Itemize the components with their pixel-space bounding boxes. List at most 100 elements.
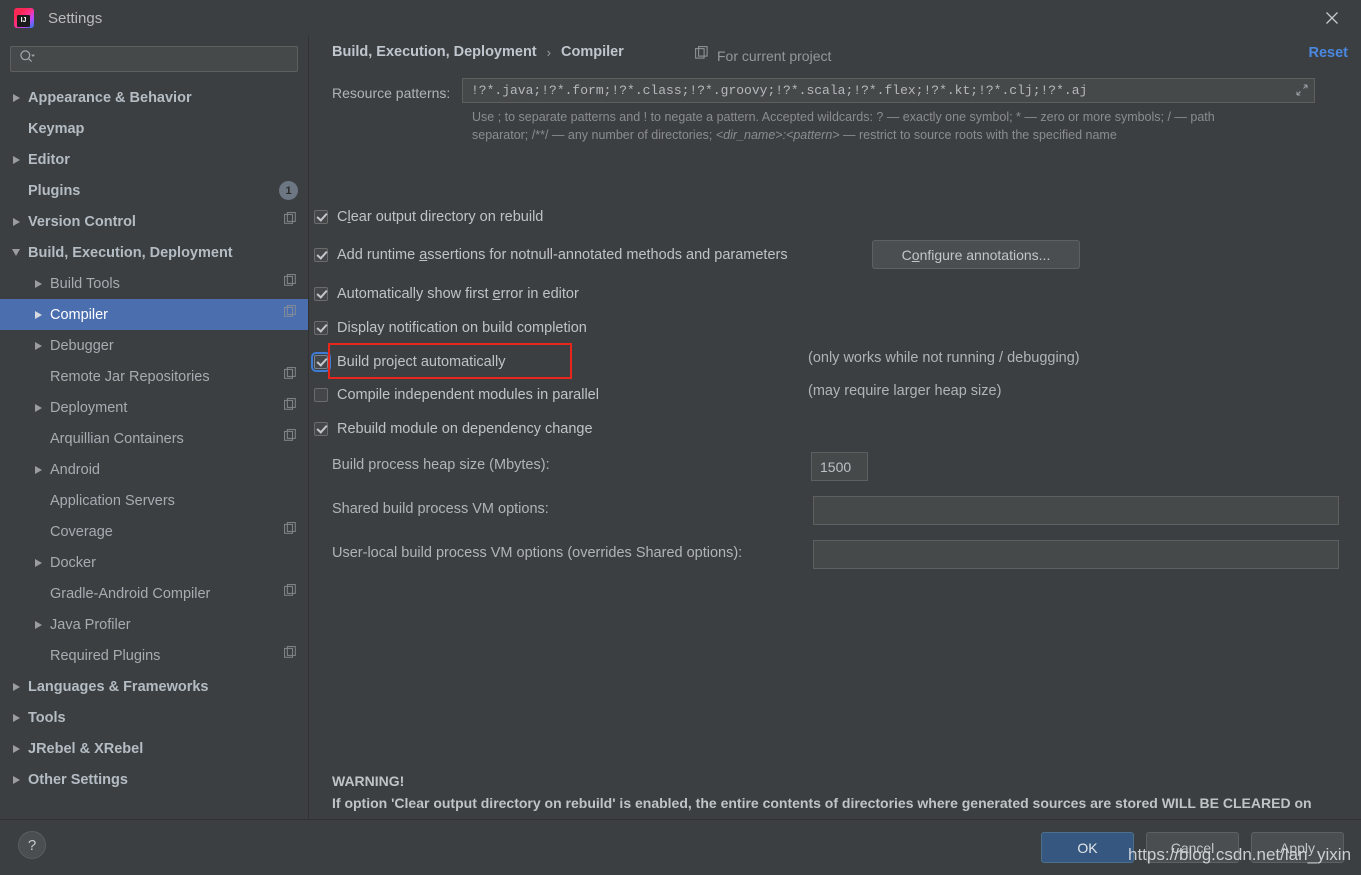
search-box[interactable] [10,46,298,72]
sidebar-item-label: Android [50,462,100,478]
checkbox-box[interactable] [314,248,328,262]
configure-annotations-label: Configure annotations... [902,247,1051,263]
breadcrumb-parent[interactable]: Build, Execution, Deployment [332,44,537,60]
expand-icon[interactable] [1294,82,1310,98]
sidebar-item-deployment[interactable]: Deployment [0,392,308,423]
sidebar-item-label: Other Settings [28,772,128,788]
close-icon[interactable] [1321,7,1343,29]
checkbox-box[interactable] [314,355,328,369]
sidebar-item-appearance-behavior[interactable]: Appearance & Behavior [0,82,308,113]
settings-tree: Appearance & Behavior Keymap EditorPlugins… [0,82,308,795]
copy-scope-icon [284,522,298,541]
sidebar-item-keymap[interactable]: Keymap [0,113,308,144]
sidebar-item-docker[interactable]: Docker [0,547,308,578]
copy-scope-icon [284,646,298,665]
chevron-right-icon[interactable] [8,714,24,722]
shared-vm-options-label: Shared build process VM options: [332,501,549,517]
chevron-right-icon[interactable] [30,404,46,412]
dialog-footer: ? OK Cancel Apply [0,819,1361,875]
search-container [0,36,308,72]
sidebar-item-build-execution-deployment[interactable]: Build, Execution, Deployment [0,237,308,268]
sidebar-item-label: Languages & Frameworks [28,679,209,695]
chevron-right-icon[interactable] [8,683,24,691]
sidebar-item-android[interactable]: Android [0,454,308,485]
help-button[interactable]: ? [18,831,46,859]
label-pre: Compile independent modules in parallel [337,387,599,403]
sidebar-item-debugger[interactable]: Debugger [0,330,308,361]
sidebar-item-label: Debugger [50,338,114,354]
sidebar-item-required-plugins[interactable]: Required Plugins [0,640,308,671]
chevron-right-icon[interactable] [30,466,46,474]
checkbox-box[interactable] [314,210,328,224]
checkbox-add-runtime-assertions-for-notnull-annotated-methods-and-parameters[interactable]: Add runtime assertions for notnull-annot… [314,244,788,266]
sidebar-item-application-servers[interactable]: Application Servers [0,485,308,516]
sidebar-item-label: Keymap [28,121,84,137]
sidebar-item-plugins[interactable]: Plugins1 [0,175,308,206]
cancel-button[interactable]: Cancel [1146,832,1239,863]
sidebar-item-other-settings[interactable]: Other Settings [0,764,308,795]
label-post: rror in editor [501,286,579,302]
breadcrumb-separator-icon: › [547,45,551,60]
sidebar-item-build-tools[interactable]: Build Tools [0,268,308,299]
chevron-right-icon[interactable] [8,218,24,226]
copy-scope-icon [695,46,710,66]
checkbox-box[interactable] [314,321,328,335]
checkbox-clear-output-directory-on-rebuild[interactable]: Clear output directory on rebuild [314,206,543,228]
sidebar-item-label: Application Servers [50,493,175,509]
user-vm-options-input[interactable] [813,540,1339,569]
chevron-right-icon[interactable] [8,776,24,784]
sidebar-item-languages-frameworks[interactable]: Languages & Frameworks [0,671,308,702]
sidebar-item-compiler[interactable]: Compiler [0,299,308,330]
warning-title: WARNING! [332,773,404,789]
label-pre: Rebuild module on dependency change [337,421,593,437]
heap-size-label: Build process heap size (Mbytes): [332,457,550,473]
settings-sidebar: Appearance & Behavior Keymap EditorPlugins… [0,36,309,819]
ok-button[interactable]: OK [1041,832,1134,863]
sidebar-item-arquillian-containers[interactable]: Arquillian Containers [0,423,308,454]
checkbox-rebuild-module-on-dependency-change[interactable]: Rebuild module on dependency change [314,418,593,440]
copy-scope-icon [284,212,298,231]
checkbox-box[interactable] [314,388,328,402]
configure-annotations-button[interactable]: Configure annotations... [872,240,1080,269]
resource-patterns-hint: Use ; to separate patterns and ! to nega… [472,108,1317,144]
sidebar-item-version-control[interactable]: Version Control [0,206,308,237]
checkbox-display-notification-on-build-completion[interactable]: Display notification on build completion [314,317,587,339]
chevron-right-icon[interactable] [8,745,24,753]
checkbox-build-project-automatically[interactable]: Build project automatically [314,351,505,373]
sidebar-item-label: Coverage [50,524,113,540]
copy-scope-icon [284,398,298,417]
checkbox-label: Build project automatically [337,354,505,370]
copy-scope-icon [284,305,298,324]
note-build-automatically: (only works while not running / debuggin… [808,350,1080,366]
checkbox-automatically-show-first-error-in-editor[interactable]: Automatically show first error in editor [314,283,579,305]
chevron-right-icon[interactable] [30,559,46,567]
chevron-right-icon[interactable] [30,280,46,288]
apply-button[interactable]: Apply [1251,832,1344,863]
resource-patterns-field[interactable]: !?*.java;!?*.form;!?*.class;!?*.groovy;!… [462,78,1315,103]
resource-patterns-value: !?*.java;!?*.form;!?*.class;!?*.groovy;!… [463,83,1087,98]
sidebar-item-editor[interactable]: Editor [0,144,308,175]
chevron-right-icon[interactable] [30,311,46,319]
chevron-right-icon[interactable] [30,621,46,629]
copy-scope-icon [284,367,298,386]
copy-scope-icon [284,584,298,603]
sidebar-item-coverage[interactable]: Coverage [0,516,308,547]
heap-size-input[interactable] [811,452,868,481]
chevron-right-icon[interactable] [8,94,24,102]
search-input[interactable] [39,48,291,70]
checkbox-compile-independent-modules-in-parallel[interactable]: Compile independent modules in parallel [314,384,599,406]
chevron-right-icon[interactable] [8,156,24,164]
reset-link[interactable]: Reset [1309,45,1349,61]
sidebar-item-remote-jar-repositories[interactable]: Remote Jar Repositories [0,361,308,392]
shared-vm-options-input[interactable] [813,496,1339,525]
sidebar-item-tools[interactable]: Tools [0,702,308,733]
chevron-right-icon[interactable] [30,342,46,350]
sidebar-item-gradle-android-compiler[interactable]: Gradle-Android Compiler [0,578,308,609]
sidebar-item-java-profiler[interactable]: Java Profiler [0,609,308,640]
checkbox-box[interactable] [314,287,328,301]
for-current-project[interactable]: For current project [695,46,831,66]
chevron-down-icon[interactable] [8,249,24,256]
settings-main-panel: Build, Execution, Deployment › Compiler … [310,36,1361,819]
sidebar-item-jrebel-xrebel[interactable]: JRebel & XRebel [0,733,308,764]
checkbox-box[interactable] [314,422,328,436]
